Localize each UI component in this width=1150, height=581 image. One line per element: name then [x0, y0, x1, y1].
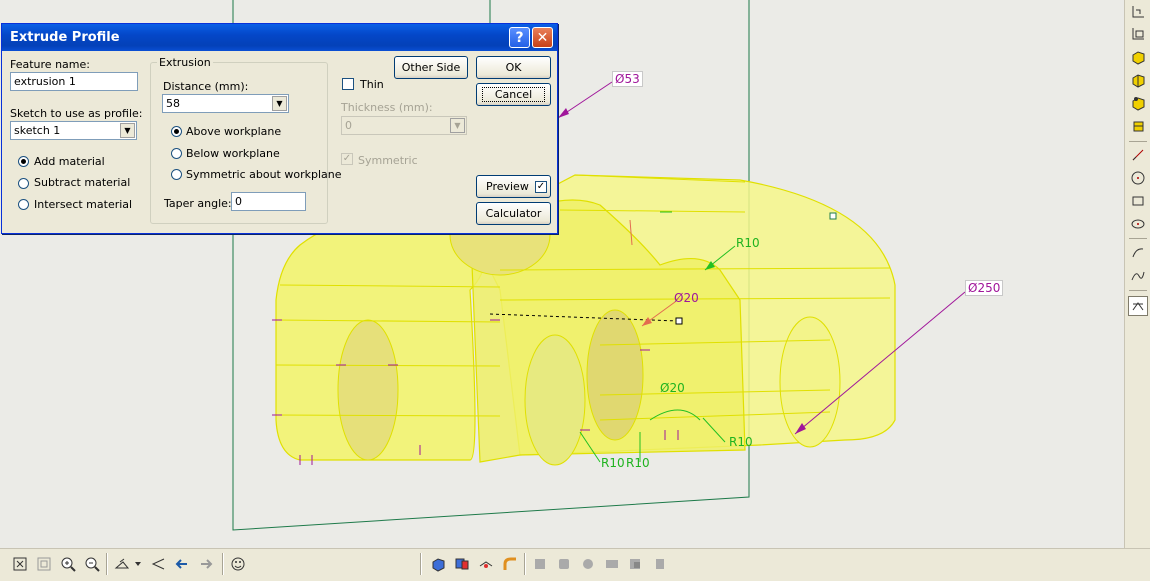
view-orient-icon[interactable] — [112, 554, 132, 574]
distance-select[interactable]: 58 ▼ — [162, 94, 289, 113]
loft-icon[interactable] — [1128, 116, 1148, 136]
dialog-titlebar[interactable]: Extrude Profile ? ✕ — [2, 24, 557, 51]
thickness-label: Thickness (mm): — [341, 101, 433, 114]
back-arrow-icon[interactable] — [172, 554, 192, 574]
forward-arrow-icon[interactable] — [196, 554, 216, 574]
thin-checkbox[interactable] — [342, 78, 354, 90]
sweep-icon[interactable] — [1128, 93, 1148, 113]
dimension-r10-upper[interactable]: R10 — [734, 236, 762, 250]
symmetric-workplane-radio[interactable] — [171, 169, 182, 180]
dimension-r10-lower-a[interactable]: R10 — [599, 456, 627, 470]
below-workplane-label: Below workplane — [186, 147, 280, 160]
close-icon: ✕ — [536, 29, 549, 46]
help-icon: ? — [515, 29, 524, 46]
pattern-icon[interactable] — [626, 554, 646, 574]
curve-icon[interactable] — [500, 554, 520, 574]
smiley-icon[interactable] — [228, 554, 248, 574]
right-toolbar — [1124, 0, 1150, 548]
revolve-icon[interactable] — [1128, 70, 1148, 90]
thickness-select[interactable]: 0 ▼ — [341, 116, 467, 135]
dropdown-icon[interactable] — [132, 554, 144, 574]
subtract-material-label: Subtract material — [34, 176, 131, 189]
hole-right — [586, 309, 644, 441]
chevron-down-icon[interactable]: ▼ — [120, 123, 135, 138]
cancel-button[interactable]: Cancel — [476, 83, 551, 106]
other-side-button[interactable]: Other Side — [394, 56, 468, 79]
distance-select-value: 58 — [166, 97, 180, 110]
hole-left — [337, 319, 399, 461]
previous-view-icon[interactable] — [148, 554, 168, 574]
draft-icon[interactable] — [602, 554, 622, 574]
workplane-origin-icon[interactable] — [1128, 2, 1148, 22]
dimension-r10-lower-b[interactable]: R10 — [624, 456, 652, 470]
dimension-d20-bottom[interactable]: Ø20 — [658, 381, 687, 395]
symmetric-workplane-label: Symmetric about workplane — [186, 168, 342, 181]
extrude-icon[interactable] — [1128, 47, 1148, 67]
dimension-r10-right[interactable]: R10 — [727, 435, 755, 449]
intersect-material-label: Intersect material — [34, 198, 133, 211]
dimension-d250[interactable]: Ø250 — [965, 280, 1004, 296]
render-icon[interactable] — [476, 554, 496, 574]
ellipse-icon[interactable] — [1128, 214, 1148, 234]
help-button[interactable]: ? — [509, 27, 530, 48]
sketch-select[interactable]: sketch 1 ▼ — [10, 121, 137, 140]
thickness-select-value: 0 — [345, 119, 352, 132]
mirror-icon[interactable] — [650, 554, 670, 574]
dimension-d20-top[interactable]: Ø20 — [672, 291, 701, 305]
dialog-title: Extrude Profile — [10, 30, 120, 45]
calculator-button[interactable]: Calculator — [476, 202, 551, 225]
sketch-label: Sketch to use as profile: — [10, 107, 143, 120]
extrusion-group-title: Extrusion — [157, 56, 213, 69]
sketch-point — [675, 317, 683, 325]
arc-icon[interactable] — [1128, 243, 1148, 263]
sketch-point-2 — [829, 212, 837, 220]
circle-icon[interactable] — [1128, 168, 1148, 188]
shell-icon[interactable] — [578, 554, 598, 574]
fillet-icon[interactable] — [530, 554, 550, 574]
bottom-toolbar — [0, 548, 1150, 581]
above-workplane-radio[interactable] — [171, 126, 182, 137]
symmetric-checkbox[interactable]: ✓ — [341, 153, 353, 165]
extrude-profile-dialog: Extrude Profile ? ✕ Feature name: extrus… — [1, 23, 558, 234]
chamfer-icon[interactable] — [554, 554, 574, 574]
preview-checkbox[interactable]: ✓ — [535, 181, 547, 193]
spline-icon[interactable] — [1128, 266, 1148, 286]
taper-angle-label: Taper angle: — [164, 197, 232, 210]
hole-back — [779, 316, 841, 448]
below-workplane-radio[interactable] — [171, 148, 182, 159]
chevron-down-icon[interactable]: ▼ — [450, 118, 465, 133]
distance-label: Distance (mm): — [163, 80, 249, 93]
close-button[interactable]: ✕ — [532, 27, 553, 48]
zoom-fit-icon[interactable] — [10, 554, 30, 574]
zoom-window-icon[interactable] — [34, 554, 54, 574]
intersect-material-radio[interactable] — [18, 199, 29, 210]
hole-middle — [524, 334, 586, 466]
shaded-view-icon[interactable] — [428, 554, 448, 574]
thin-label: Thin — [360, 78, 384, 91]
ok-button[interactable]: OK — [476, 56, 551, 79]
workplane-offset-icon[interactable] — [1128, 24, 1148, 44]
zoom-out-icon[interactable] — [82, 554, 102, 574]
color-icon[interactable] — [452, 554, 472, 574]
rectangle-icon[interactable] — [1128, 191, 1148, 211]
feature-name-label: Feature name: — [10, 58, 90, 71]
subtract-material-radio[interactable] — [18, 178, 29, 189]
symmetric-label: Symmetric — [358, 154, 418, 167]
taper-angle-input[interactable]: 0 — [231, 192, 306, 211]
zoom-in-icon[interactable] — [58, 554, 78, 574]
sketch-select-value: sketch 1 — [14, 124, 61, 137]
trim-icon[interactable] — [1128, 296, 1148, 316]
above-workplane-label: Above workplane — [186, 125, 282, 138]
add-material-label: Add material — [34, 155, 105, 168]
add-material-radio[interactable] — [18, 156, 29, 167]
chevron-down-icon[interactable]: ▼ — [272, 96, 287, 111]
line-icon[interactable] — [1128, 145, 1148, 165]
dimension-d53[interactable]: Ø53 — [612, 71, 643, 87]
feature-name-input[interactable]: extrusion 1 — [10, 72, 138, 91]
